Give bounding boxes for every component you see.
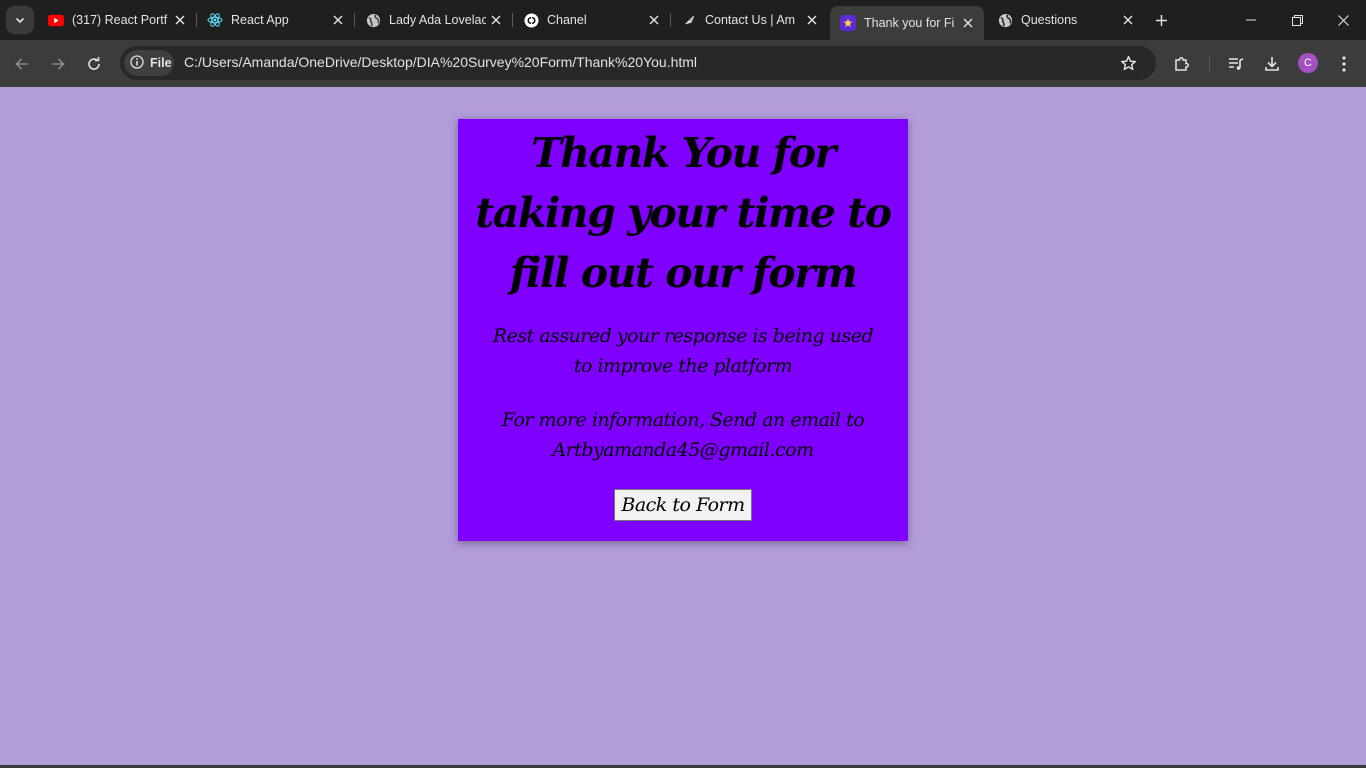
playlist-icon (1229, 58, 1244, 70)
back-nav-button[interactable] (6, 48, 38, 80)
tab-title: Thank you for Fi (864, 16, 955, 30)
tab-contact-us[interactable]: Contact Us | Am (671, 0, 828, 40)
extensions-button[interactable] (1166, 48, 1198, 80)
address-bar[interactable]: File C:/Users/Amanda/OneDrive/Desktop/DI… (120, 46, 1156, 80)
browser-toolbar: File C:/Users/Amanda/OneDrive/Desktop/DI… (0, 40, 1366, 87)
forward-nav-button[interactable] (42, 48, 74, 80)
downloads-button[interactable] (1256, 48, 1288, 80)
profile-avatar[interactable]: C (1298, 53, 1318, 73)
reload-button[interactable] (78, 48, 110, 80)
site-info-chip[interactable]: File (124, 50, 174, 76)
chanel-icon (523, 12, 539, 28)
tab-strip: (317) React Portf React App Lady Ada Lov… (0, 0, 1366, 40)
tab-title: (317) React Portf (72, 13, 168, 27)
globe-icon (997, 12, 1013, 28)
browser-menu-button[interactable] (1328, 48, 1360, 80)
youtube-icon (48, 12, 64, 28)
close-tab-icon[interactable] (170, 10, 190, 30)
bookmark-star-button[interactable] (1116, 51, 1140, 75)
chevron-down-icon (15, 17, 25, 24)
thank-you-heading: Thank You for taking your time to fill o… (475, 129, 892, 297)
tab-title: Contact Us | Am (705, 13, 796, 27)
media-control-button[interactable] (1220, 48, 1252, 80)
tab-search-button[interactable] (6, 6, 34, 34)
site-info-label: File (150, 56, 172, 70)
close-icon (1337, 14, 1349, 26)
globe-icon (365, 12, 381, 28)
close-tab-icon[interactable] (1118, 10, 1138, 30)
back-to-form-button[interactable]: Back to Form (614, 489, 752, 521)
arrow-right-icon (52, 58, 65, 70)
tab-thank-you[interactable]: Thank you for Fi (830, 6, 984, 40)
tab-questions[interactable]: Questions (987, 0, 1144, 40)
arrow-left-icon (15, 58, 28, 70)
close-tab-icon[interactable] (958, 13, 978, 33)
tab-title: Chanel (547, 13, 587, 27)
close-tab-icon[interactable] (328, 10, 348, 30)
reload-icon (88, 57, 100, 70)
page-viewport: Thank You for taking your time to fill o… (0, 87, 1366, 768)
contact-message: For more information, Send an email to A… (501, 409, 865, 461)
thank-you-card: Thank You for taking your time to fill o… (458, 119, 908, 541)
download-icon (1265, 57, 1279, 71)
toolbar-divider (1209, 56, 1210, 72)
tab-chanel[interactable]: Chanel (513, 0, 670, 40)
minimize-icon (1246, 19, 1256, 21)
close-tab-icon[interactable] (802, 10, 822, 30)
minimize-button[interactable] (1228, 0, 1274, 40)
restore-button[interactable] (1274, 0, 1320, 40)
puzzle-icon (1175, 57, 1189, 71)
response-message: Rest assured your response is being used… (492, 325, 874, 377)
plus-icon (1155, 14, 1167, 26)
tab-title: React App (231, 13, 289, 27)
close-tab-icon[interactable] (644, 10, 664, 30)
tab-react-portfolio[interactable]: (317) React Portf (38, 0, 196, 40)
url-text[interactable]: C:/Users/Amanda/OneDrive/Desktop/DIA%20S… (184, 54, 697, 70)
star-icon (1120, 55, 1136, 70)
close-window-button[interactable] (1320, 0, 1366, 40)
more-vertical-icon (1342, 56, 1346, 72)
tab-lady-ada[interactable]: Lady Ada Lovelac (355, 0, 512, 40)
restore-icon (1291, 14, 1303, 26)
tab-title: Questions (1021, 13, 1078, 27)
close-tab-icon[interactable] (486, 10, 506, 30)
tab-title: Lady Ada Lovelac (389, 13, 486, 27)
brush-icon (681, 12, 697, 28)
react-icon (207, 12, 223, 28)
info-icon (130, 54, 144, 72)
new-tab-button[interactable] (1148, 8, 1174, 32)
tab-react-app[interactable]: React App (197, 0, 354, 40)
survey-icon (840, 15, 856, 31)
